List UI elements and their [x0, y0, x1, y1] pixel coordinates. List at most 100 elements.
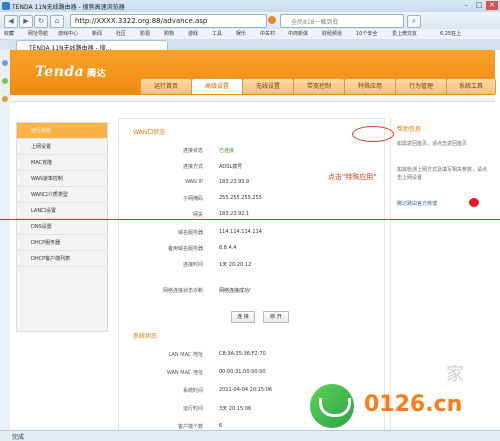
- browser-logo-icon: [2, 2, 10, 10]
- system-status-title: 系统状态: [133, 333, 158, 340]
- wan-status-title: WAN口状态: [133, 129, 166, 136]
- wan-value: ADSL拨号: [219, 164, 243, 170]
- wan-value: 183.23.92.1: [219, 211, 250, 217]
- favorites-icon[interactable]: [2, 60, 8, 66]
- wan-label: 网关: [192, 212, 203, 218]
- speed-mode-icon[interactable]: [268, 16, 276, 24]
- bookmark-item[interactable]: 10个安全: [356, 30, 377, 37]
- bookmark-item[interactable]: 爱上微交友: [392, 30, 417, 37]
- bookmark-item[interactable]: 收藏: [4, 30, 14, 37]
- router-page: Tenda 腾达 运行首页 高级设置 无线设置 带宽控制 特殊应用 行为管理 系统…: [10, 50, 500, 430]
- tenda-logo: Tenda 腾达: [35, 64, 107, 80]
- bookmark-item[interactable]: 社区: [116, 30, 126, 37]
- bookmark-item[interactable]: 中商新体: [288, 30, 308, 37]
- watermark-text: 0126.cn: [364, 392, 463, 417]
- wan-label: WAN IP: [185, 179, 203, 185]
- connect-button[interactable]: 连 接: [231, 311, 255, 323]
- bookmark-item[interactable]: 游戏: [188, 30, 198, 37]
- help-title: 帮助信息: [397, 126, 422, 133]
- system-label: 客户端个数: [177, 424, 203, 430]
- back-button[interactable]: ◀: [4, 15, 18, 28]
- diag-label: 网络连接状态诊断: [162, 288, 203, 294]
- menu-item-dhcp-clients[interactable]: DHCP客户端列表: [17, 251, 107, 267]
- wan-label: 子网掩码: [182, 196, 203, 202]
- bookmark-item[interactable]: 财经频道: [322, 30, 342, 37]
- bookmark-item[interactable]: 娱乐: [236, 30, 246, 37]
- wan-value: 1天 20:20:12: [219, 262, 252, 268]
- status-panel: WAN口状态 连接状态 已连接 连接方式 ADSL拨号 WAN IP 183.2…: [118, 118, 385, 430]
- close-icon[interactable]: ✕: [486, 1, 498, 10]
- home-button[interactable]: ⌂: [50, 15, 64, 28]
- forward-button[interactable]: ▶: [19, 15, 33, 28]
- left-menu: 运行状态 上网设置 MAC克隆 WAN速率控制 WAN口介质类型 LAN口设置 …: [16, 122, 108, 332]
- nav-tab-wireless[interactable]: 无线设置: [242, 78, 294, 94]
- menu-item-lan[interactable]: LAN口设置: [17, 203, 107, 219]
- bookmark-item[interactable]: 影视: [140, 30, 150, 37]
- search-input[interactable]: 全民818一触到底: [280, 14, 404, 28]
- status-bar: 完成: [0, 430, 500, 441]
- nav-tab-home[interactable]: 运行首页: [140, 78, 192, 94]
- download-icon[interactable]: [2, 96, 8, 102]
- search-placeholder: 全民818一触到底: [291, 19, 339, 26]
- annotation-ellipse: [352, 126, 394, 142]
- wan-label: 域名服务器: [177, 230, 203, 236]
- wan-value: 255.255.255.255: [219, 195, 262, 201]
- bookmark-item[interactable]: 游戏中心: [58, 30, 78, 37]
- search-icon[interactable]: ⌕: [407, 15, 421, 28]
- wan-value: 183.23.93.9: [219, 179, 250, 185]
- menu-item-internet[interactable]: 上网设置: [17, 139, 107, 155]
- bookmark-item[interactable]: 6.25狂上: [440, 30, 461, 37]
- annotation-line: [0, 219, 500, 220]
- nav-tab-bandwidth[interactable]: 带宽控制: [293, 78, 345, 94]
- bookmark-item[interactable]: 网址导航: [28, 30, 48, 37]
- watermark-logo-icon: [310, 384, 354, 428]
- menu-item-dhcp-server[interactable]: DHCP服务器: [17, 235, 107, 251]
- weibo-icon[interactable]: [469, 198, 479, 207]
- menu-item-dns[interactable]: DNS设置: [17, 219, 107, 235]
- menu-item-wan-speed[interactable]: WAN速率控制: [17, 171, 107, 187]
- disconnect-button[interactable]: 断 开: [263, 311, 289, 323]
- router-header: Tenda 腾达 运行首页 高级设置 无线设置 带宽控制 特殊应用 行为管理 系统…: [10, 50, 496, 95]
- system-label: 系统时间: [182, 388, 203, 394]
- menu-item-wan-medium[interactable]: WAN口介质类型: [17, 187, 107, 203]
- wan-value: 已连接: [219, 148, 235, 154]
- help-text-internet: 如需检测上网方式及填写相关参数，请点击上网设置: [397, 167, 488, 181]
- menu-item-mac-clone[interactable]: MAC克隆: [17, 155, 107, 171]
- help-text-home: 如需返回首页，请点击返回首页: [397, 141, 468, 147]
- system-value: 6: [219, 423, 223, 429]
- wan-label: 备用域名服务器: [167, 246, 203, 252]
- system-label: 运行时间: [182, 406, 203, 412]
- diag-value: 网络连接成功!: [219, 288, 252, 294]
- system-value: 00:00:31:00:00:00: [219, 369, 266, 375]
- address-toolbar: ◀ ▶ ↻ ⌂ http://XXXX.3322.org:88/advance.…: [0, 12, 500, 30]
- system-label: LAN MAC 地址: [168, 352, 203, 358]
- minimize-icon[interactable]: –: [460, 1, 472, 10]
- system-value: 3天 20:15:06: [219, 406, 252, 412]
- nav-tab-behavior[interactable]: 行为管理: [395, 78, 447, 94]
- bookmark-item[interactable]: 工具: [212, 30, 222, 37]
- wan-value: 8.8.4.4: [219, 245, 237, 251]
- refresh-button[interactable]: ↻: [34, 15, 48, 28]
- nav-tab-advanced[interactable]: 高级设置: [191, 78, 243, 94]
- url-text: http://XXXX.3322.org:88/advance.asp: [75, 17, 208, 25]
- url-input[interactable]: http://XXXX.3322.org:88/advance.asp: [70, 14, 267, 28]
- window-title: TENDA 11N无线路由器 - 搜狗高速浏览器: [12, 4, 125, 11]
- sub-nav-strip: [10, 95, 495, 102]
- wan-label: 连接状态: [182, 148, 203, 154]
- wan-value: 114.114.114.114: [219, 229, 262, 235]
- bookmark-item[interactable]: 购物: [164, 30, 174, 37]
- bookmark-item[interactable]: 新闻: [92, 30, 102, 37]
- system-value: C8:3A:35:36:F2:70: [219, 351, 266, 357]
- nav-tab-special-apps[interactable]: 特殊应用: [344, 78, 396, 94]
- system-label: WAN MAC 地址: [166, 370, 203, 376]
- menu-item-status[interactable]: 运行状态: [17, 123, 107, 139]
- nav-tab-system-tools[interactable]: 系统工具: [446, 78, 496, 94]
- annotation-text: 点击"特殊应用": [328, 173, 377, 181]
- history-icon[interactable]: [2, 78, 8, 84]
- help-panel: 帮助信息 如需返回首页，请点击返回首页 如需检测上网方式及填写相关参数，请点击上…: [390, 118, 496, 430]
- maximize-icon[interactable]: □: [473, 1, 485, 10]
- bookmark-item[interactable]: 中关村: [260, 30, 275, 37]
- watermark-char: 家: [446, 364, 464, 385]
- wan-label: 连接方式: [182, 164, 203, 170]
- wan-label: 连接时间: [182, 262, 203, 268]
